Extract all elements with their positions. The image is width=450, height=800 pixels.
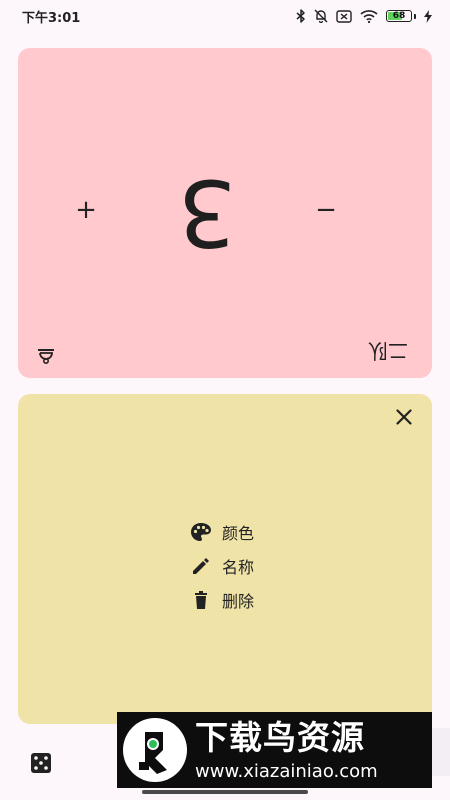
wifi-icon bbox=[360, 10, 378, 23]
watermark-title: 下载鸟资源 bbox=[195, 718, 365, 757]
counter-name[interactable]: 二队 bbox=[368, 339, 408, 363]
dice-icon[interactable] bbox=[30, 752, 52, 774]
menu-item-label: 名称 bbox=[222, 558, 255, 577]
status-bar: 下午3:01 68 bbox=[0, 0, 450, 32]
bluetooth-icon bbox=[296, 9, 305, 23]
menu-item-label: 删除 bbox=[222, 592, 255, 611]
watermark-logo-icon bbox=[123, 718, 187, 782]
pencil-icon bbox=[193, 558, 209, 574]
counter-value: 3 bbox=[177, 159, 237, 266]
status-icons: 68 bbox=[296, 7, 432, 25]
trash-icon bbox=[195, 591, 207, 609]
battery-percent: 68 bbox=[392, 11, 406, 21]
menu-item-delete[interactable]: 删除 bbox=[190, 583, 310, 617]
menu-item-name[interactable]: 名称 bbox=[190, 549, 310, 583]
status-time: 下午3:01 bbox=[22, 11, 81, 26]
no-sim-icon bbox=[336, 9, 352, 23]
rotate-icon[interactable] bbox=[36, 345, 56, 365]
menu-item-label: 颜色 bbox=[222, 524, 255, 543]
card-edge bbox=[432, 728, 450, 776]
increment-button[interactable]: + bbox=[66, 190, 106, 230]
battery-icon: 68 bbox=[386, 10, 416, 22]
menu-list: 颜色 名称 删除 bbox=[190, 515, 310, 617]
menu-item-color[interactable]: 颜色 bbox=[190, 515, 310, 549]
palette-icon bbox=[191, 523, 211, 541]
charging-bolt-icon bbox=[424, 9, 432, 23]
decrement-button[interactable]: − bbox=[306, 190, 346, 230]
close-icon bbox=[396, 409, 412, 425]
close-button[interactable] bbox=[392, 405, 416, 429]
watermark-banner: 下载鸟资源 www.xiazainiao.com bbox=[117, 712, 432, 788]
mute-bell-icon bbox=[314, 9, 328, 23]
watermark-url: www.xiazainiao.com bbox=[195, 761, 378, 782]
home-indicator[interactable] bbox=[142, 790, 308, 794]
